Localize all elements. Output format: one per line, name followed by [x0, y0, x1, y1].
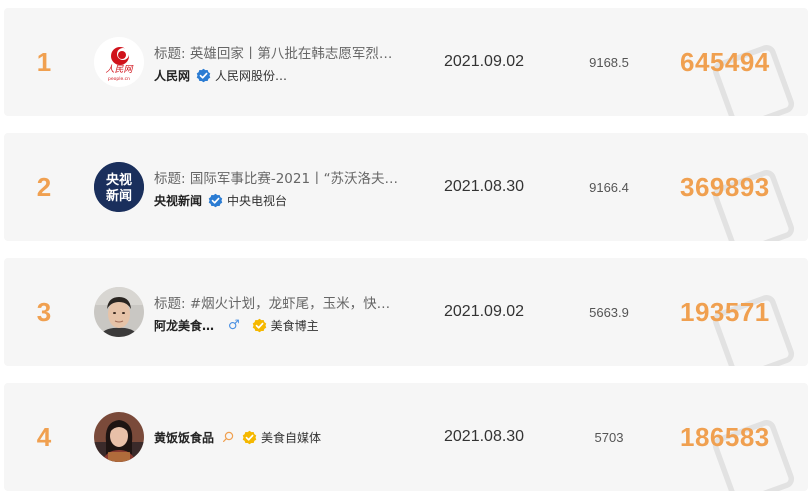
publish-date: 2021.09.02 [444, 53, 525, 70]
gold-verified-icon [242, 430, 257, 444]
like-count: 186583 [680, 421, 770, 452]
like-count: 193571 [680, 296, 770, 327]
rank-number: 4 [36, 421, 52, 452]
account-name[interactable]: 人民网 [154, 67, 190, 84]
people-daily-logo-icon: 人民网 people.cn [94, 37, 144, 87]
publish-date: 2021.08.30 [444, 178, 525, 195]
cctv-news-logo-icon: 央视 新闻 [94, 162, 144, 212]
woman-portrait-icon [94, 412, 144, 462]
account-name[interactable]: 阿龙美食… [154, 317, 214, 334]
like-count: 645494 [680, 46, 770, 77]
avatar-text-top: 央视 [106, 172, 132, 188]
like-count: 369893 [680, 171, 770, 202]
avatar[interactable]: 人民网 people.cn [94, 37, 144, 87]
svg-text:人民网: 人民网 [105, 64, 133, 75]
ranking-row[interactable]: 1 人民网 people.cn 标题: 英雄回家丨第八批在韩志愿军烈… 人民网 … [4, 8, 808, 116]
ranking-row[interactable]: 2 央视 新闻 标题: 国际军事比赛-2021丨“苏沃洛夫… 央视新闻 中央电视… [4, 133, 808, 241]
video-title[interactable]: 标题: 英雄回家丨第八批在韩志愿军烈… [154, 42, 424, 62]
ranking-row[interactable]: 4 黄饭饭食品 美食自媒体 2021.08.30 5703 186583 [4, 383, 808, 491]
man-portrait-icon [94, 287, 144, 337]
verification-text: 美食博主 [270, 318, 319, 333]
verification-text: 人民网股份… [215, 68, 288, 83]
video-title[interactable]: 标题: #烟火计划，龙虾尾，玉米，快… [154, 292, 424, 312]
account-name[interactable]: 央视新闻 [154, 192, 202, 209]
index-score: 9166.4 [589, 179, 629, 195]
male-icon: ♂ [228, 317, 240, 333]
index-score: 9168.5 [589, 54, 629, 70]
video-title[interactable]: 标题: 国际军事比赛-2021丨“苏沃洛夫… [154, 167, 424, 187]
publish-date: 2021.08.30 [444, 428, 525, 445]
svg-text:people.cn: people.cn [108, 76, 130, 82]
search-icon [223, 431, 234, 442]
blue-verified-icon [196, 68, 211, 82]
rank-number: 1 [36, 46, 52, 77]
avatar[interactable] [94, 412, 144, 462]
index-score: 5703 [594, 429, 624, 445]
rank-number: 3 [36, 296, 52, 327]
verification-text: 中央电视台 [227, 193, 288, 208]
blue-verified-icon [208, 193, 223, 207]
publish-date: 2021.09.02 [444, 303, 525, 320]
avatar-text-bottom: 新闻 [106, 188, 132, 204]
verification-text: 美食自媒体 [261, 430, 322, 445]
rank-number: 2 [36, 171, 52, 202]
avatar[interactable]: 央视 新闻 [94, 162, 144, 212]
index-score: 5663.9 [589, 304, 629, 320]
avatar[interactable] [94, 287, 144, 337]
account-name[interactable]: 黄饭饭食品 [154, 429, 214, 446]
gold-verified-icon [252, 318, 266, 332]
ranking-row[interactable]: 3 标题: #烟火计划，龙虾尾，玉米，快… 阿龙美食… ♂ 美食博主 2021.… [4, 258, 808, 366]
